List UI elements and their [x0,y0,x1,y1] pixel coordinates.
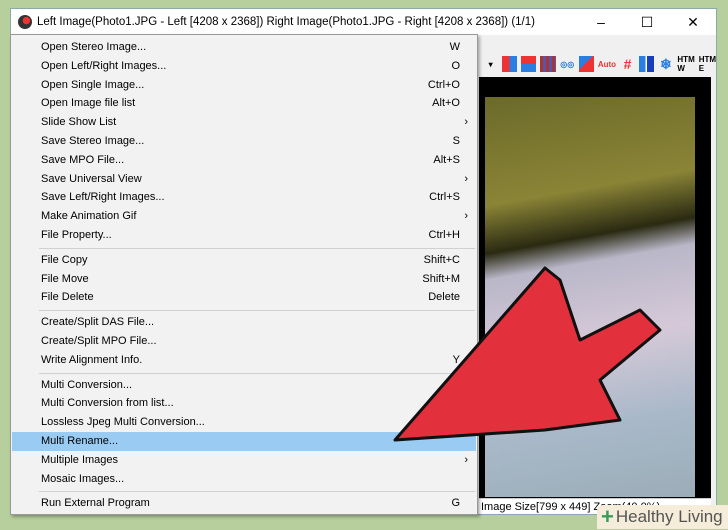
red-arrow-annotation [393,266,662,442]
plus-icon: + [601,504,614,529]
arrow-shape [393,266,662,442]
watermark-text: Healthy Living [615,507,723,526]
watermark-logo: + Healthy Living [597,504,728,529]
